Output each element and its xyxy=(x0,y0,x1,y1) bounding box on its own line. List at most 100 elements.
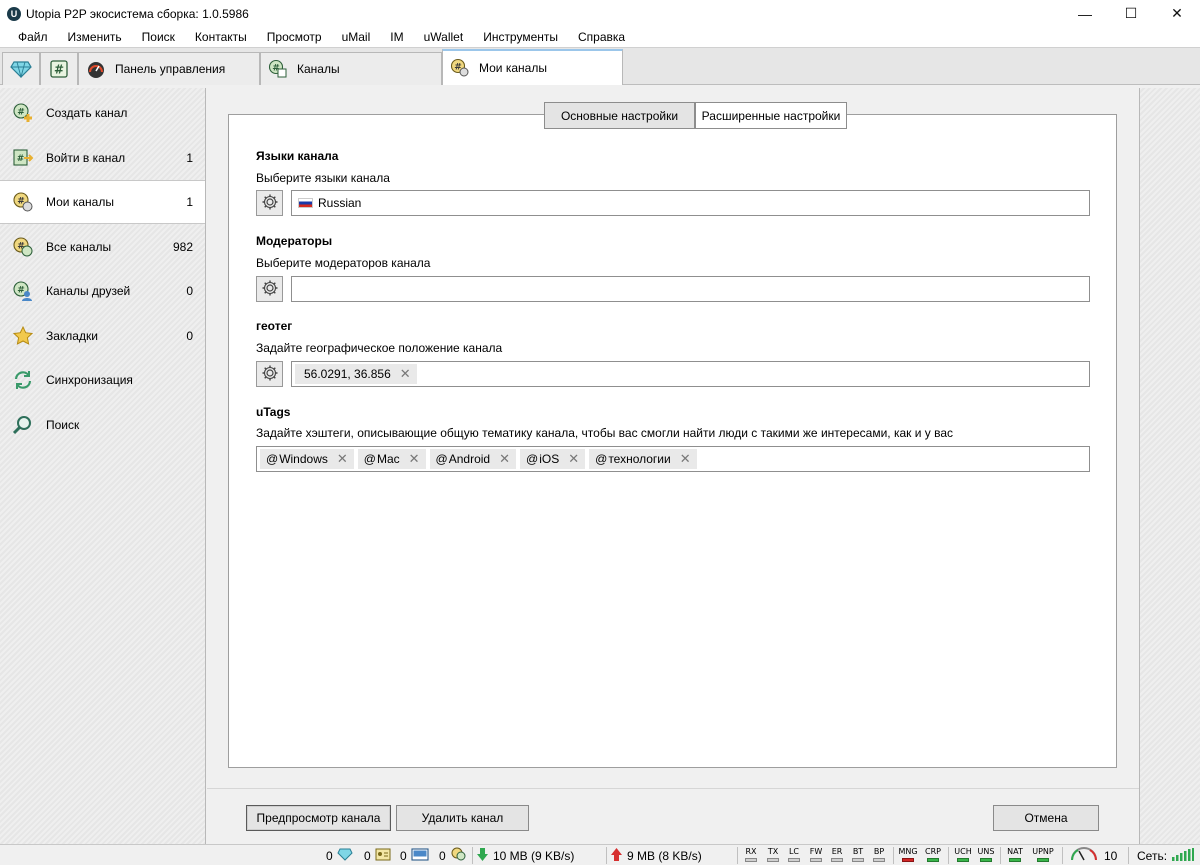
sidebar-item-label: Закладки xyxy=(46,329,98,343)
remove-tag-icon[interactable]: ✕ xyxy=(499,451,510,467)
tab-advanced-settings[interactable]: Расширенные настройки xyxy=(695,102,847,129)
sidebar-item-all-channels[interactable]: # Все каналы 982 xyxy=(0,225,205,269)
indicator-light xyxy=(957,858,969,862)
geotag-settings-button[interactable] xyxy=(256,361,283,387)
sidebar-item-search[interactable]: Поиск xyxy=(0,403,205,447)
remove-tag-icon[interactable]: ✕ xyxy=(409,451,420,467)
status-separator xyxy=(1128,847,1129,864)
moderators-settings-button[interactable] xyxy=(256,276,283,302)
sidebar-item-bookmarks[interactable]: Закладки 0 xyxy=(0,314,205,358)
tab-dashboard[interactable]: Панель управления xyxy=(78,52,260,85)
maximize-button[interactable]: ☐ xyxy=(1108,0,1154,27)
join-channel-icon: # xyxy=(12,147,34,169)
cancel-button[interactable]: Отмена xyxy=(993,805,1099,831)
indicator-light xyxy=(902,858,914,862)
menu-tools[interactable]: Инструменты xyxy=(473,27,568,47)
indicator-bt: BT xyxy=(849,847,867,864)
sidebar-item-sync[interactable]: Синхронизация xyxy=(0,358,205,402)
utag-label: Android xyxy=(448,452,491,466)
remove-tag-icon[interactable]: ✕ xyxy=(568,451,579,467)
tab-channels-home[interactable]: # xyxy=(40,52,78,85)
moderators-field[interactable] xyxy=(291,276,1090,302)
menu-file[interactable]: Файл xyxy=(8,27,58,47)
tab-my-channels[interactable]: # Мои каналы xyxy=(442,49,623,85)
sidebar-item-label: Мои каналы xyxy=(46,195,114,209)
indicator-light xyxy=(745,858,757,862)
hash-channel-icon: # xyxy=(48,58,70,80)
menu-umail[interactable]: uMail xyxy=(332,27,381,47)
menu-bar: Файл Изменить Поиск Контакты Просмотр uM… xyxy=(0,27,1200,47)
geotag-value: 56.0291, 36.856 xyxy=(304,367,391,381)
indicator-label: ER xyxy=(831,847,843,856)
menu-view[interactable]: Просмотр xyxy=(257,27,332,47)
tab-wallet[interactable] xyxy=(2,52,40,85)
indicator-label: MNG xyxy=(898,847,918,856)
indicator-label: RX xyxy=(745,847,757,856)
contact-card-icon xyxy=(375,847,391,864)
delete-channel-button[interactable]: Удалить канал xyxy=(396,805,529,831)
wallet-counter: 0 xyxy=(326,845,353,865)
indicator-label: CRP xyxy=(925,847,941,856)
indicator-bp: BP xyxy=(870,847,888,864)
utag-chip: @ технологии ✕ xyxy=(589,449,697,469)
indicator-light xyxy=(1009,858,1021,862)
sidebar-item-label: Синхронизация xyxy=(46,373,133,387)
indicator-light xyxy=(927,858,939,862)
remove-tag-icon[interactable]: ✕ xyxy=(337,451,348,467)
status-separator xyxy=(893,847,894,864)
svg-text:#: # xyxy=(17,108,25,118)
preview-channel-button[interactable]: Предпросмотр канала xyxy=(246,805,391,831)
indicator-label: TX xyxy=(767,847,779,856)
window-controls: — ☐ ✕ xyxy=(1062,0,1200,27)
geotag-field[interactable]: 56.0291, 36.856 ✕ xyxy=(291,361,1090,387)
utag-label: Mac xyxy=(376,452,400,466)
status-separator xyxy=(472,847,473,864)
menu-contacts[interactable]: Контакты xyxy=(185,27,257,47)
remove-tag-icon[interactable]: ✕ xyxy=(680,451,691,467)
sidebar: # Создать канал # Войти в канал 1 # Мои … xyxy=(0,88,206,844)
indicator-er: ER xyxy=(828,847,846,864)
languages-settings-button[interactable] xyxy=(256,190,283,216)
remove-geotag-icon[interactable]: ✕ xyxy=(400,366,411,382)
menu-help[interactable]: Справка xyxy=(568,27,635,47)
sidebar-item-count: 0 xyxy=(186,284,193,298)
sidebar-item-create-channel[interactable]: # Создать канал xyxy=(0,91,205,135)
indicator-crp: CRP xyxy=(922,847,944,864)
utags-field[interactable]: @ Windows ✕ @ Mac ✕ @ Android ✕ @ iOS ✕ @ техноло… xyxy=(256,446,1090,472)
menu-search[interactable]: Поиск xyxy=(132,27,185,47)
indicator-light xyxy=(831,858,843,862)
menu-im[interactable]: IM xyxy=(380,27,413,47)
indicator-uch: UCH xyxy=(952,847,974,864)
indicator-fw: FW xyxy=(807,847,825,864)
sidebar-item-my-channels[interactable]: # Мои каналы 1 xyxy=(0,180,205,224)
sync-icon xyxy=(12,369,34,391)
tab-channels[interactable]: # Каналы xyxy=(260,52,442,85)
download-arrow-icon xyxy=(477,847,488,864)
utag-chip: @ Android ✕ xyxy=(429,449,517,469)
indicator-light xyxy=(767,858,779,862)
minimize-button[interactable]: — xyxy=(1062,0,1108,27)
sidebar-item-label: Поиск xyxy=(46,418,80,432)
languages-field[interactable]: Russian xyxy=(291,190,1090,216)
sidebar-item-label: Создать канал xyxy=(46,106,128,120)
sidebar-item-join-channel[interactable]: # Войти в канал 1 xyxy=(0,136,205,180)
contacts-count: 0 xyxy=(364,848,371,863)
sidebar-item-friends-channels[interactable]: # Каналы друзей 0 xyxy=(0,269,205,313)
indicator-rx: RX xyxy=(742,847,760,864)
geotag-title: геотег xyxy=(256,319,293,333)
my-channels-icon: # xyxy=(449,57,471,79)
indicator-label: NAT xyxy=(1007,847,1023,856)
menu-edit[interactable]: Изменить xyxy=(58,27,132,47)
mail-count: 0 xyxy=(400,848,407,863)
menu-uwallet[interactable]: uWallet xyxy=(414,27,474,47)
close-button[interactable]: ✕ xyxy=(1154,0,1200,27)
download-value: 10 MB (9 KB/s) xyxy=(493,848,575,863)
right-panel xyxy=(1139,88,1200,844)
geotag-desc: Задайте географическое положение канала xyxy=(256,341,503,355)
tab-basic-settings[interactable]: Основные настройки xyxy=(544,102,695,129)
indicator-label: BP xyxy=(873,847,885,856)
russian-flag-icon xyxy=(298,198,313,208)
at-icon: @ xyxy=(435,452,448,466)
sidebar-item-count: 982 xyxy=(172,240,193,254)
speedometer-icon xyxy=(85,58,107,80)
